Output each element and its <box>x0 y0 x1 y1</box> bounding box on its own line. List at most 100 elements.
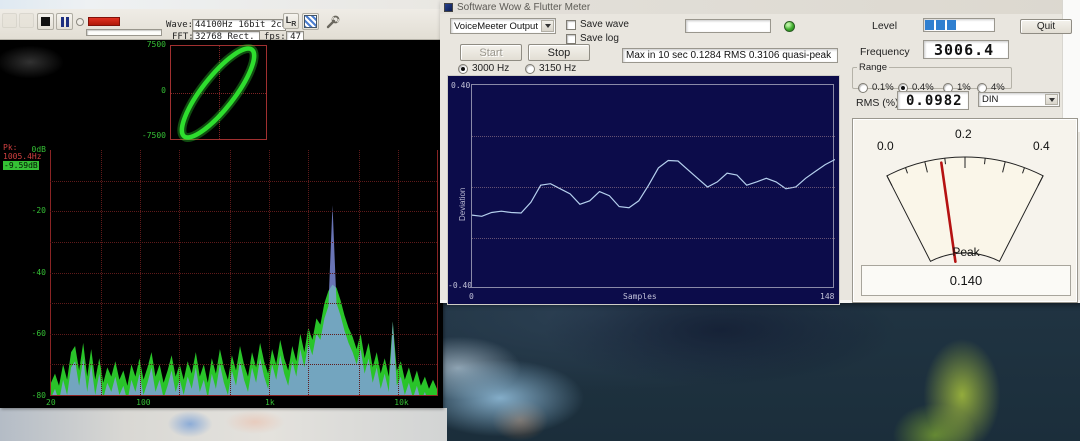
peak-readout-freq: 1005.4Hz <box>3 152 42 161</box>
weighting-value: DIN <box>982 94 998 105</box>
meter-peak-value: 0.140 <box>861 265 1071 296</box>
spectrum-right-border <box>437 150 438 396</box>
spectrum-hgrid <box>50 334 437 335</box>
start-button[interactable]: Start <box>460 44 522 61</box>
screen-glare <box>0 40 90 95</box>
save-wave-checkbox[interactable] <box>566 20 576 30</box>
filename-input[interactable] <box>685 19 771 33</box>
dev-xaxis-title: Samples <box>623 292 657 301</box>
spectrum-ylabel-80: -80 <box>0 392 46 400</box>
dev-axis-title: Deviation <box>458 188 467 221</box>
peak-readout: Pk: 1005.4Hz -9.59dB <box>3 143 42 170</box>
pause-button[interactable] <box>56 13 73 30</box>
desktop-blur-strip <box>0 408 447 441</box>
position-slider[interactable] <box>86 29 162 36</box>
pause-icon <box>61 17 69 27</box>
frequency-label: Frequency <box>860 46 910 58</box>
spectrum-x-axis <box>50 395 438 396</box>
wow-flutter-window: Software Wow & Flutter Meter VoiceMeeter… <box>440 0 1080 303</box>
channel-lr-icon: LR <box>286 15 297 28</box>
range-01-row[interactable]: 0.1% <box>858 82 894 93</box>
spectrum-ylabel-40: -40 <box>0 269 46 277</box>
spectrum-xlabel-1k: 1k <box>265 398 275 407</box>
channel-lr-button[interactable]: LR <box>283 13 299 29</box>
save-wave-checkbox-row[interactable]: Save wave <box>566 19 629 30</box>
range-4-radio[interactable] <box>977 83 987 93</box>
freq-3150-radio[interactable] <box>525 64 535 74</box>
chevron-down-icon[interactable] <box>541 20 554 32</box>
freq-3000-label: 3000 Hz <box>472 63 509 74</box>
save-wave-label: Save wave <box>580 19 629 30</box>
record-button[interactable] <box>19 13 34 28</box>
analyzer-toolbar: Wave: 44100Hz 16bit 2ch FFT: 32768 Rect.… <box>0 9 443 40</box>
peak-readout-level: -9.59dB <box>3 161 39 170</box>
level-label: Level <box>872 20 897 32</box>
level-clip-indicator <box>88 17 120 26</box>
dev-ymax-label: 0.40 <box>451 81 470 90</box>
spectrum-hgrid <box>50 273 437 274</box>
freq-3150-radio-row[interactable]: 3150 Hz <box>525 63 576 74</box>
dev-xmax-label: 148 <box>820 292 834 301</box>
stop-button-label: Stop <box>548 47 571 59</box>
settings-button[interactable] <box>323 13 341 31</box>
spectrum-hgrid <box>50 303 437 304</box>
play-button[interactable] <box>2 13 17 28</box>
spectrum-analyzer-window: Wave: 44100Hz 16bit 2ch FFT: 32768 Rect.… <box>0 0 443 408</box>
stop-button-wf[interactable]: Stop <box>528 44 590 61</box>
dev-xmin-label: 0 <box>469 292 474 301</box>
save-log-checkbox[interactable] <box>566 34 576 44</box>
waterfall-icon <box>304 15 317 28</box>
gridline-zero <box>472 187 835 188</box>
quit-button[interactable]: Quit <box>1020 19 1072 34</box>
spectrum-hgrid <box>50 181 437 182</box>
deviation-plot-area <box>471 84 834 288</box>
gridline-pos02 <box>472 136 835 137</box>
loop-button[interactable] <box>76 18 84 26</box>
lissajous-panel: 7500 0 -7500 <box>0 40 443 143</box>
freq-3150-label: 3150 Hz <box>539 63 576 74</box>
save-log-checkbox-row[interactable]: Save log <box>566 33 619 44</box>
status-readout: Max in 10 sec 0.1284 RMS 0.3106 quasi-pe… <box>622 48 838 63</box>
status-led <box>784 21 795 32</box>
spectrum-ylabel-60: -60 <box>0 330 46 338</box>
spectrum-xlabel-20: 20 <box>46 398 56 407</box>
chevron-down-icon[interactable] <box>1045 94 1058 105</box>
spectrum-hgrid <box>50 211 437 212</box>
meter-peak-label: Peak <box>853 245 1079 259</box>
save-log-label: Save log <box>580 33 619 44</box>
peak-readout-label: Pk: <box>3 143 42 152</box>
stop-icon <box>41 17 50 26</box>
freq-3000-radio-row[interactable]: 3000 Hz <box>458 63 509 74</box>
spectrum-xlabel-100: 100 <box>136 398 150 407</box>
start-button-label: Start <box>479 47 502 59</box>
quit-button-label: Quit <box>1037 21 1055 32</box>
wrench-icon <box>325 15 340 30</box>
weighting-select[interactable]: DIN <box>978 92 1060 107</box>
spectrum-hgrid <box>50 242 437 243</box>
range-groupbox: Range 0.1% 0.4% 1% 4% <box>852 62 1012 89</box>
range-01-radio[interactable] <box>858 83 868 93</box>
audio-device-select[interactable]: VoiceMeeter Output (VB- <box>450 18 556 34</box>
rms-label: RMS (%) <box>856 97 899 109</box>
stop-button[interactable] <box>37 13 54 30</box>
gridline-neg02 <box>472 238 835 239</box>
waterfall-view-button[interactable] <box>302 13 319 30</box>
window-title: Software Wow & Flutter Meter <box>457 2 590 13</box>
desktop: Wave: 44100Hz 16bit 2ch FFT: 32768 Rect.… <box>0 0 1080 441</box>
dev-ymin-label: -0.40 <box>448 281 472 290</box>
spectrum-hgrid <box>50 364 437 365</box>
deviation-graph-panel: 0.40 -0.40 Deviation 0 Samples 148 <box>447 75 840 305</box>
background-window-edge <box>0 0 443 9</box>
range-group-label: Range <box>857 62 889 73</box>
freq-3000-radio[interactable] <box>458 64 468 74</box>
range-01-label: 0.1% <box>872 82 894 93</box>
level-bar <box>923 18 995 32</box>
wow-flutter-titlebar[interactable]: Software Wow & Flutter Meter <box>440 0 1080 14</box>
wave-info-label: Wave: <box>166 20 193 30</box>
audio-device-value: VoiceMeeter Output (VB- <box>454 21 542 32</box>
spectrum-xlabel-10k: 10k <box>394 398 408 407</box>
spectrum-ylabel-20: -20 <box>0 207 46 215</box>
peak-meter-panel: 0.0 0.2 0.4 Peak 0.140 <box>852 118 1078 303</box>
spectrum-panel: 0dB -20 -40 -60 -80 20 100 1k 10k Pk: 10… <box>0 143 443 408</box>
rms-display: 0.0982 <box>897 91 969 110</box>
